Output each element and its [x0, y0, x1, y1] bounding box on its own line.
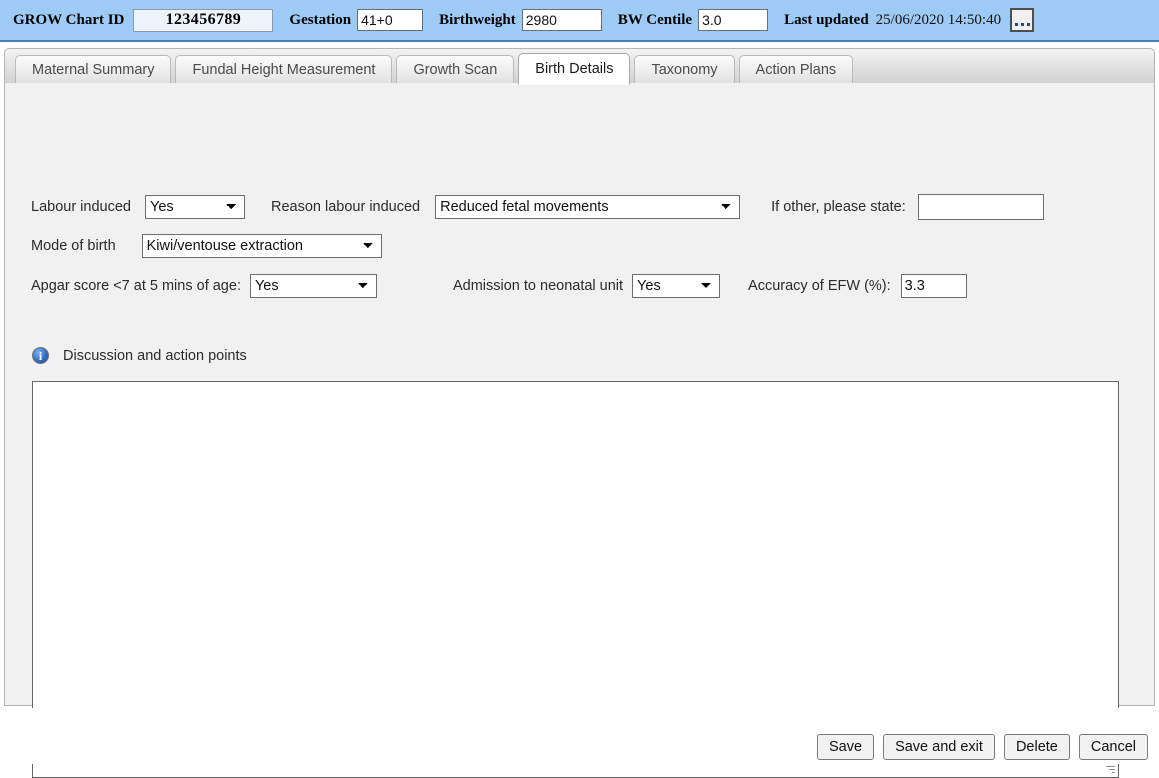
discussion-header: i Discussion and action points — [32, 347, 247, 364]
tab-strip: Maternal Summary Fundal Height Measureme… — [4, 48, 1155, 84]
gestation-input[interactable]: 41+0 — [357, 9, 423, 31]
discussion-label: Discussion and action points — [63, 348, 247, 364]
tab-taxonomy[interactable]: Taxonomy — [634, 55, 734, 84]
tab-growth-scan[interactable]: Growth Scan — [396, 55, 514, 84]
header-bar: GROW Chart ID 123456789 Gestation 41+0 B… — [0, 0, 1159, 42]
last-updated-value: 25/06/2020 14:50:40 — [876, 12, 1001, 29]
save-button[interactable]: Save — [817, 734, 874, 760]
tab-fundal-height-measurement[interactable]: Fundal Height Measurement — [175, 55, 392, 84]
footer-button-row: Save Save and exit Delete Cancel — [817, 734, 1148, 760]
birth-details-panel: Labour induced Yes Reason labour induced… — [4, 83, 1155, 706]
apgar-admission-efw-row: Apgar score <7 at 5 mins of age: Yes Adm… — [31, 274, 967, 298]
cancel-button[interactable]: Cancel — [1079, 734, 1148, 760]
delete-button[interactable]: Delete — [1004, 734, 1070, 760]
apgar-score-label: Apgar score <7 at 5 mins of age: — [31, 278, 241, 294]
reason-labour-induced-select[interactable]: Reduced fetal movements — [435, 195, 740, 219]
if-other-label: If other, please state: — [771, 199, 906, 215]
tab-birth-details[interactable]: Birth Details — [518, 53, 630, 85]
chart-id-label: GROW Chart ID — [13, 12, 124, 29]
labour-induced-select[interactable]: Yes — [145, 195, 245, 219]
bw-centile-input[interactable]: 3.0 — [698, 9, 768, 31]
dot-icon — [1027, 23, 1030, 26]
admission-neonatal-unit-label: Admission to neonatal unit — [453, 278, 623, 294]
admission-neonatal-unit-select[interactable]: Yes — [632, 274, 720, 298]
mode-of-birth-row: Mode of birth Kiwi/ventouse extraction — [31, 234, 382, 258]
apgar-score-select[interactable]: Yes — [250, 274, 377, 298]
last-updated-label: Last updated — [784, 12, 869, 29]
dot-icon — [1015, 23, 1018, 26]
chart-id-field[interactable]: 123456789 — [133, 9, 273, 32]
mode-of-birth-select[interactable]: Kiwi/ventouse extraction — [142, 234, 382, 258]
birthweight-input[interactable]: 2980 — [522, 9, 602, 31]
info-icon: i — [32, 347, 49, 364]
footer-bar: Save Save and exit Delete Cancel — [0, 708, 1159, 764]
gestation-label: Gestation — [289, 12, 351, 29]
tab-maternal-summary[interactable]: Maternal Summary — [15, 55, 171, 84]
tab-action-plans[interactable]: Action Plans — [739, 55, 854, 84]
accuracy-efw-input[interactable] — [901, 274, 967, 298]
accuracy-efw-label: Accuracy of EFW (%): — [748, 278, 891, 294]
mode-of-birth-label: Mode of birth — [31, 238, 116, 254]
labour-induced-label: Labour induced — [31, 199, 131, 215]
if-other-input[interactable] — [918, 194, 1044, 220]
labour-induced-row: Labour induced Yes Reason labour induced… — [31, 194, 1044, 220]
bw-centile-label: BW Centile — [618, 12, 692, 29]
birthweight-label: Birthweight — [439, 12, 516, 29]
reason-labour-induced-label: Reason labour induced — [271, 199, 420, 215]
dot-icon — [1021, 23, 1024, 26]
save-and-exit-button[interactable]: Save and exit — [883, 734, 995, 760]
ellipsis-more-button[interactable] — [1010, 8, 1034, 32]
